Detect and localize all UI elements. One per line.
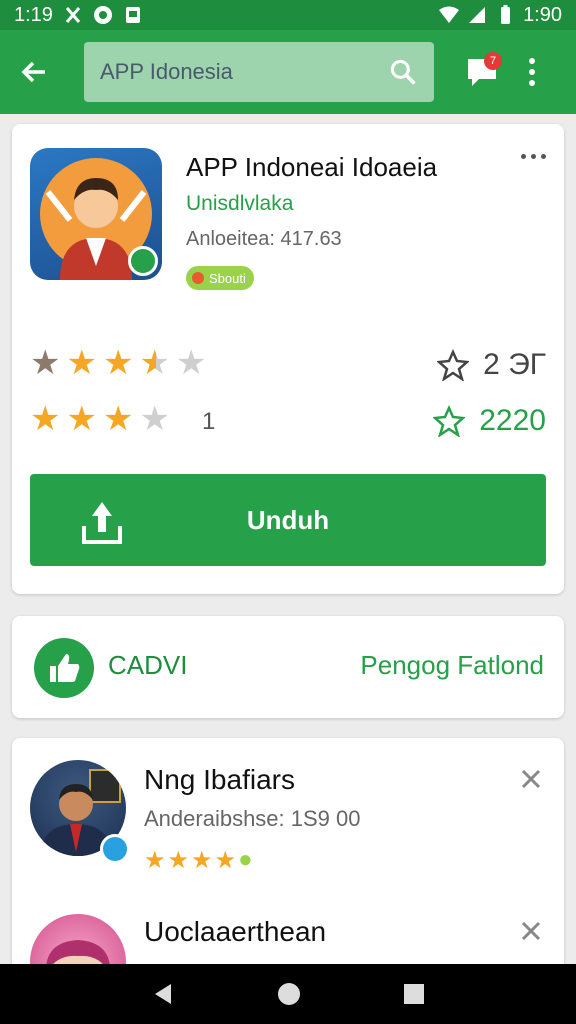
list-item-title[interactable]: Uoclaaerthean [144,916,326,948]
back-button[interactable] [14,52,54,92]
search-input[interactable] [100,59,388,85]
badge-dot-icon [192,272,204,284]
action-link[interactable]: Pengog Fatlond [360,650,544,681]
star-empty-icon: ★ [175,344,207,382]
dismiss-button[interactable] [516,764,546,794]
app-g-icon [93,6,112,24]
app-icon[interactable] [30,148,162,280]
star-outline-green-icon [433,405,466,437]
app-bar: 7 [0,30,576,114]
star-icon: ★ [66,400,97,438]
download-icon [82,502,122,544]
nav-back-icon[interactable] [151,982,175,1006]
list-item-stars: ★ ★ ★ ★ ● [144,846,253,875]
app-title: APP Indoneai Idoaeia [186,152,438,182]
app-meta: Anloeitea: 417.63 [186,228,342,250]
battery-icon [501,5,511,24]
star-icon: ★ [66,344,97,382]
rating-count: 1 [202,408,216,435]
rating-stars-primary: ★ ★ ★ ★ ★ [30,346,206,380]
notification-icon [65,7,81,23]
status-bar: 1:19 1:90 [0,0,576,30]
notification-badge: 7 [484,52,502,70]
nav-home-icon[interactable] [276,981,302,1007]
star-outline-icon [437,349,470,381]
arrow-back-icon [21,61,45,83]
thumbs-up-icon[interactable] [34,638,94,698]
rating-stars-secondary: ★ ★ ★ ★ [30,402,170,436]
star-icon: ★ [30,344,61,382]
nav-recents-icon[interactable] [403,983,425,1005]
action-label: CADVI [108,650,188,680]
download-button[interactable]: Unduh [30,474,546,566]
star-icon: ★ [214,847,237,874]
star-half-icon: ★ [139,344,170,382]
status-time-right: 1:90 [523,3,562,26]
system-nav-bar [0,964,576,1024]
star-half-icon: ● [238,846,253,873]
status-time-left: 1:19 [14,3,53,26]
star-icon: ★ [144,847,166,874]
card-more-button[interactable] [521,154,546,159]
app-developer-link[interactable]: Unisdlvlaka [186,192,293,216]
sd-card-icon [125,7,140,23]
action-card: CADVI Pengog Fatlond [12,616,564,718]
star-icon: ★ [30,400,61,438]
search-bar[interactable] [84,42,434,102]
recommendation-list: Nng Ibafiars Anderaibshse: 1S9 00 ★ ★ ★ ★ ● … [12,738,564,1010]
more-vert-icon [529,58,535,64]
star-empty-icon: ★ [139,400,170,438]
app-tag-badge: Sbouti [186,266,254,290]
list-item-title[interactable]: Nng Ibafiars [144,764,295,796]
overflow-menu-button[interactable] [520,52,544,92]
verified-badge-icon [128,246,158,276]
more-horiz-icon [521,154,526,159]
star-icon: ★ [167,847,190,874]
verified-check-icon [100,834,130,864]
search-icon[interactable] [388,55,418,89]
notifications-button[interactable]: 7 [462,52,502,92]
stat-favorites[interactable]: 2 ЭГ [437,348,546,382]
signal-icon [469,7,486,23]
wifi-icon [439,6,460,23]
close-icon [521,921,541,941]
star-icon: ★ [102,344,134,382]
star-icon: ★ [191,847,213,874]
app-detail-card: APP Indoneai Idoaeia Unisdlvlaka Anloeit… [12,124,564,594]
stat-reviews[interactable]: 2220 [433,404,546,438]
close-icon [521,769,541,789]
star-icon: ★ [102,400,134,438]
list-item-meta: Anderaibshse: 1S9 00 [144,806,361,831]
dismiss-button[interactable] [516,916,546,946]
